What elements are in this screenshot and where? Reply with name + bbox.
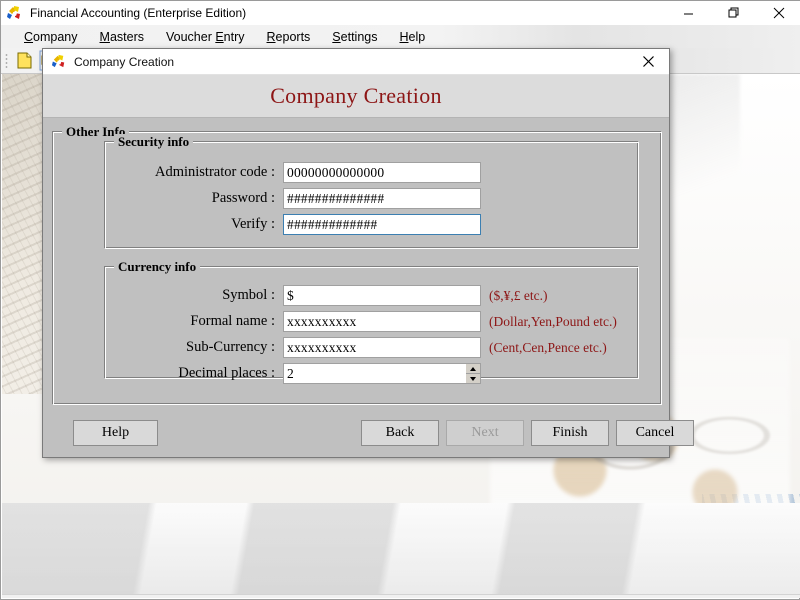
group-security-info-label: Security info — [114, 134, 194, 150]
symbol-field[interactable]: $ — [283, 285, 481, 306]
field-row-decimal-places: Decimal places : 2 — [105, 363, 481, 384]
group-security-info: Security info Administrator code : 00000… — [104, 134, 639, 249]
verify-label: Verify : — [231, 216, 275, 232]
window-controls — [666, 1, 800, 25]
formal-name-hint: (Dollar,Yen,Pound etc.) — [489, 313, 617, 329]
window-titlebar: Financial Accounting (Enterprise Edition… — [1, 1, 800, 25]
password-label: Password : — [211, 190, 275, 206]
restore-icon[interactable] — [711, 1, 756, 25]
new-document-icon[interactable] — [14, 50, 35, 71]
close-icon[interactable] — [627, 49, 669, 75]
dialog-title: Company Creation — [74, 54, 175, 69]
app-puzzle-icon — [51, 53, 68, 70]
menu-item-company[interactable]: Company — [13, 28, 89, 46]
dialog-titlebar: Company Creation — [43, 49, 669, 75]
group-currency-info-label: Currency info — [114, 259, 201, 275]
minimize-icon[interactable] — [666, 1, 711, 25]
close-icon[interactable] — [756, 1, 800, 25]
decimal-places-field[interactable]: 2 — [283, 363, 466, 384]
sub-currency-hint: (Cent,Cen,Pence etc.) — [489, 339, 607, 355]
formal-name-field[interactable]: xxxxxxxxxx — [283, 311, 481, 332]
field-row-symbol: Symbol : $ ($,¥,£ etc.) — [105, 285, 547, 306]
stepper-down-icon[interactable] — [466, 374, 480, 383]
back-button[interactable]: Back — [361, 420, 439, 446]
administrator-code-label: Administrator code : — [154, 164, 275, 180]
menu-item-masters[interactable]: Masters — [89, 28, 155, 46]
symbol-hint: ($,¥,£ etc.) — [489, 287, 548, 303]
menubar: Company Masters Voucher Entry Reports Se… — [1, 25, 800, 48]
sub-currency-label: Sub-Currency : — [186, 339, 275, 355]
stepper-up-icon[interactable] — [466, 364, 480, 374]
next-button: Next — [446, 420, 524, 446]
dialog-body: Other Info Security info Administrator c… — [43, 118, 694, 456]
menu-item-reports[interactable]: Reports — [256, 28, 322, 46]
app-puzzle-icon — [6, 4, 24, 22]
field-row-verify: Verify : ############# — [105, 214, 481, 235]
administrator-code-field[interactable]: 00000000000000 — [283, 162, 481, 183]
page-title: Company Creation — [270, 83, 442, 108]
help-button[interactable]: Help — [73, 420, 158, 446]
background-keyboard — [2, 503, 800, 598]
password-field[interactable]: ############## — [283, 188, 481, 209]
window-title: Financial Accounting (Enterprise Edition… — [30, 6, 247, 20]
statusbar — [2, 594, 800, 598]
verify-field[interactable]: ############# — [283, 214, 481, 235]
field-row-password: Password : ############## — [105, 188, 481, 209]
company-creation-dialog: Company Creation Company Creation Other … — [42, 48, 694, 458]
group-currency-info: Currency info Symbol : $ ($,¥,£ etc.) Fo… — [104, 259, 639, 384]
field-row-administrator-code: Administrator code : 00000000000000 — [105, 162, 481, 183]
symbol-label: Symbol : — [222, 287, 275, 303]
menu-item-settings[interactable]: Settings — [321, 28, 388, 46]
sub-currency-field[interactable]: xxxxxxxxxx — [283, 337, 481, 358]
formal-name-label: Formal name : — [190, 313, 275, 329]
dialog-header-band: Company Creation — [43, 75, 669, 118]
menu-item-voucher-entry[interactable]: Voucher Entry — [155, 28, 256, 46]
dialog-button-row: Help Back Next Finish Cancel — [43, 420, 694, 446]
decimal-places-label: Decimal places : — [178, 365, 275, 381]
cancel-button[interactable]: Cancel — [616, 420, 694, 446]
finish-button[interactable]: Finish — [531, 420, 609, 446]
decimal-places-stepper[interactable] — [466, 363, 481, 384]
toolbar-grip[interactable] — [5, 52, 8, 69]
field-row-sub-currency: Sub-Currency : xxxxxxxxxx (Cent,Cen,Penc… — [105, 337, 607, 358]
application-window: Financial Accounting (Enterprise Edition… — [0, 0, 800, 600]
field-row-formal-name: Formal name : xxxxxxxxxx (Dollar,Yen,Pou… — [105, 311, 617, 332]
menu-item-help[interactable]: Help — [388, 28, 436, 46]
